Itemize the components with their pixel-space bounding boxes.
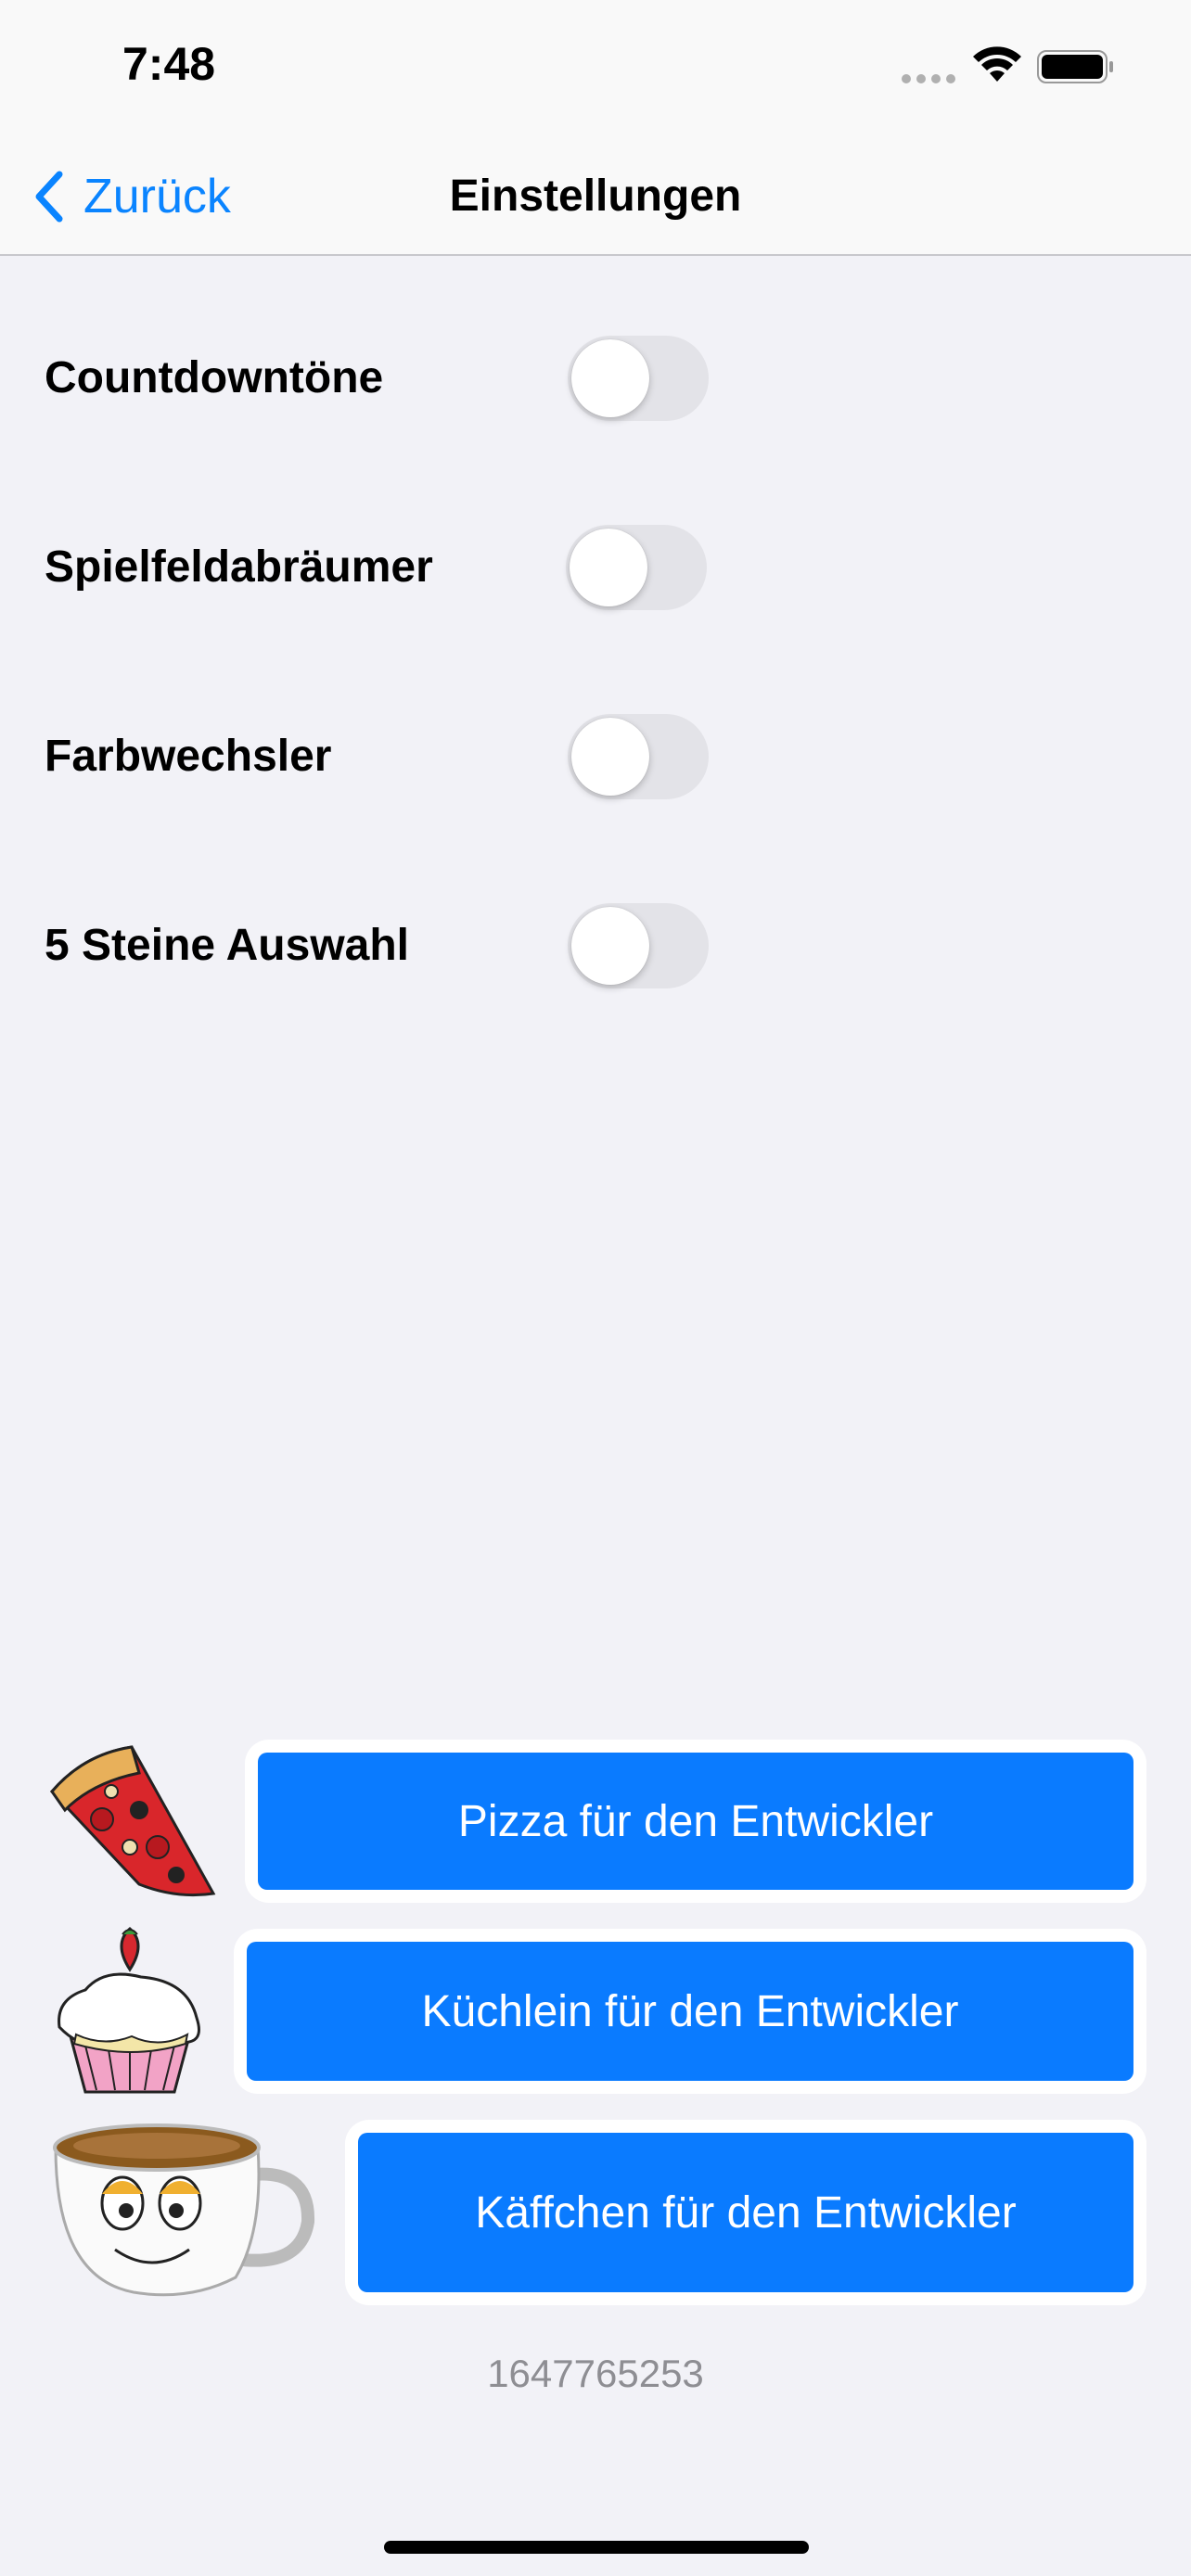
setting-label: 5 Steine Auswahl — [45, 921, 409, 970]
countdown-sounds-toggle[interactable] — [568, 336, 709, 421]
setting-row-color-changer: Farbwechsler — [45, 710, 731, 803]
toggle-knob — [571, 718, 649, 796]
cupcake-donation-button[interactable]: Küchlein für den Entwickler — [247, 1942, 1133, 2081]
board-clearer-toggle[interactable] — [566, 525, 707, 610]
pizza-donation-wrapper: Pizza für den Entwickler — [245, 1740, 1146, 1903]
status-bar: 7:48 — [0, 0, 1191, 139]
cellular-signal-icon — [902, 74, 955, 83]
coffee-cup-icon — [53, 2123, 315, 2297]
toggle-knob — [571, 339, 649, 417]
coffee-donation-wrapper: Käffchen für den Entwickler — [345, 2120, 1146, 2305]
version-number: 1647765253 — [487, 2352, 704, 2395]
home-indicator[interactable] — [384, 2541, 809, 2554]
color-changer-toggle[interactable] — [568, 714, 709, 799]
navigation-bar: Zurück Einstellungen — [0, 139, 1191, 256]
setting-row-board-clearer: Spielfeldabräumer — [45, 521, 731, 614]
toggle-knob — [570, 529, 647, 606]
cupcake-donation-wrapper: Küchlein für den Entwickler — [234, 1929, 1146, 2094]
setting-row-five-stones: 5 Steine Auswahl — [45, 899, 731, 992]
setting-row-countdown-sounds: Countdowntöne — [45, 332, 731, 425]
setting-label: Farbwechsler — [45, 732, 332, 781]
pizza-slice-icon — [49, 1745, 216, 1897]
setting-label: Countdowntöne — [45, 353, 384, 402]
status-time: 7:48 — [122, 38, 216, 90]
wifi-icon — [973, 46, 1021, 82]
setting-label: Spielfeldabräumer — [45, 542, 433, 592]
pizza-donation-button[interactable]: Pizza für den Entwickler — [258, 1753, 1133, 1890]
page-title: Einstellungen — [449, 172, 742, 221]
coffee-donation-button[interactable]: Käffchen für den Entwickler — [358, 2133, 1133, 2292]
cupcake-icon — [58, 1926, 200, 2094]
battery-icon — [1037, 50, 1113, 83]
toggle-knob — [571, 907, 649, 985]
five-stones-toggle[interactable] — [568, 903, 709, 988]
